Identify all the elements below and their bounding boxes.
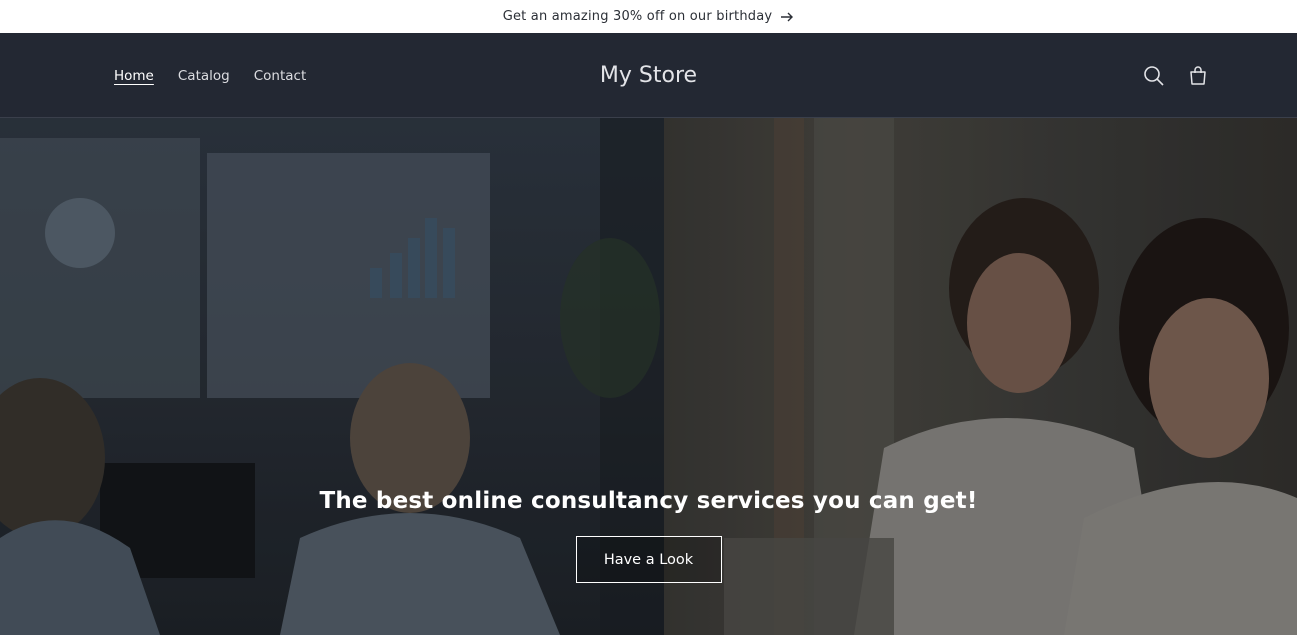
announcement-bar: Get an amazing 30% off on our birthday — [0, 0, 1297, 33]
hero-content: The best online consultancy services you… — [0, 488, 1297, 583]
hero-title: The best online consultancy services you… — [319, 488, 978, 514]
have-a-look-button[interactable]: Have a Look — [575, 536, 722, 583]
nav-catalog[interactable]: Catalog — [178, 68, 230, 84]
cart-icon — [1190, 65, 1206, 85]
nav-home[interactable]: Home — [114, 68, 154, 84]
announcement-text: Get an amazing 30% off on our birthday — [502, 9, 773, 24]
announcement-link[interactable]: Get an amazing 30% off on our birthday — [503, 9, 795, 24]
hero-banner: The best online consultancy services you… — [0, 118, 1297, 635]
search-button[interactable] — [1143, 65, 1165, 87]
search-icon — [1144, 65, 1164, 86]
nav-contact[interactable]: Contact — [254, 68, 307, 84]
arrow-right-icon — [781, 12, 794, 21]
store-logo[interactable]: My Store — [600, 63, 697, 88]
header-icons — [1143, 33, 1209, 118]
site-header: Home Catalog Contact My Store — [0, 33, 1297, 118]
cart-button[interactable] — [1187, 65, 1209, 87]
main-nav: Home Catalog Contact — [114, 33, 306, 118]
